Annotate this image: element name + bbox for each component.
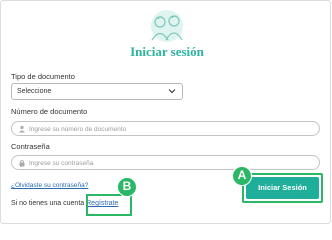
doc-number-field[interactable]: Ingrese su número de documento <box>11 121 320 136</box>
forgot-password-link[interactable]: ¿Olvidaste su contraseña? <box>11 182 88 189</box>
password-field[interactable]: Ingrese su contraseña <box>11 155 320 170</box>
marker-a: A <box>232 166 252 186</box>
password-label: Contraseña <box>11 142 50 151</box>
doc-type-select[interactable]: Seleccione <box>11 83 183 100</box>
login-card: Iniciar sesión Tipo de documento Selecci… <box>0 0 331 224</box>
person-icon <box>19 125 25 133</box>
marker-b: B <box>117 177 137 197</box>
password-placeholder: Ingrese su contraseña <box>29 159 94 167</box>
doc-number-placeholder: Ingrese su número de documento <box>29 125 127 133</box>
doc-type-label: Tipo de documento <box>11 72 75 81</box>
people-illustration-icon <box>151 10 183 42</box>
doc-type-selected: Seleccione <box>17 88 52 95</box>
doc-number-label: Número de documento <box>11 107 88 116</box>
submit-button[interactable]: Iniciar Sesión <box>246 177 319 199</box>
register-highlight-box <box>86 194 132 216</box>
page-title: Iniciar sesión <box>130 44 204 59</box>
lock-icon <box>19 159 25 167</box>
register-prompt: Si no tienes una cuenta <box>11 200 85 207</box>
chevron-down-icon <box>168 89 176 94</box>
